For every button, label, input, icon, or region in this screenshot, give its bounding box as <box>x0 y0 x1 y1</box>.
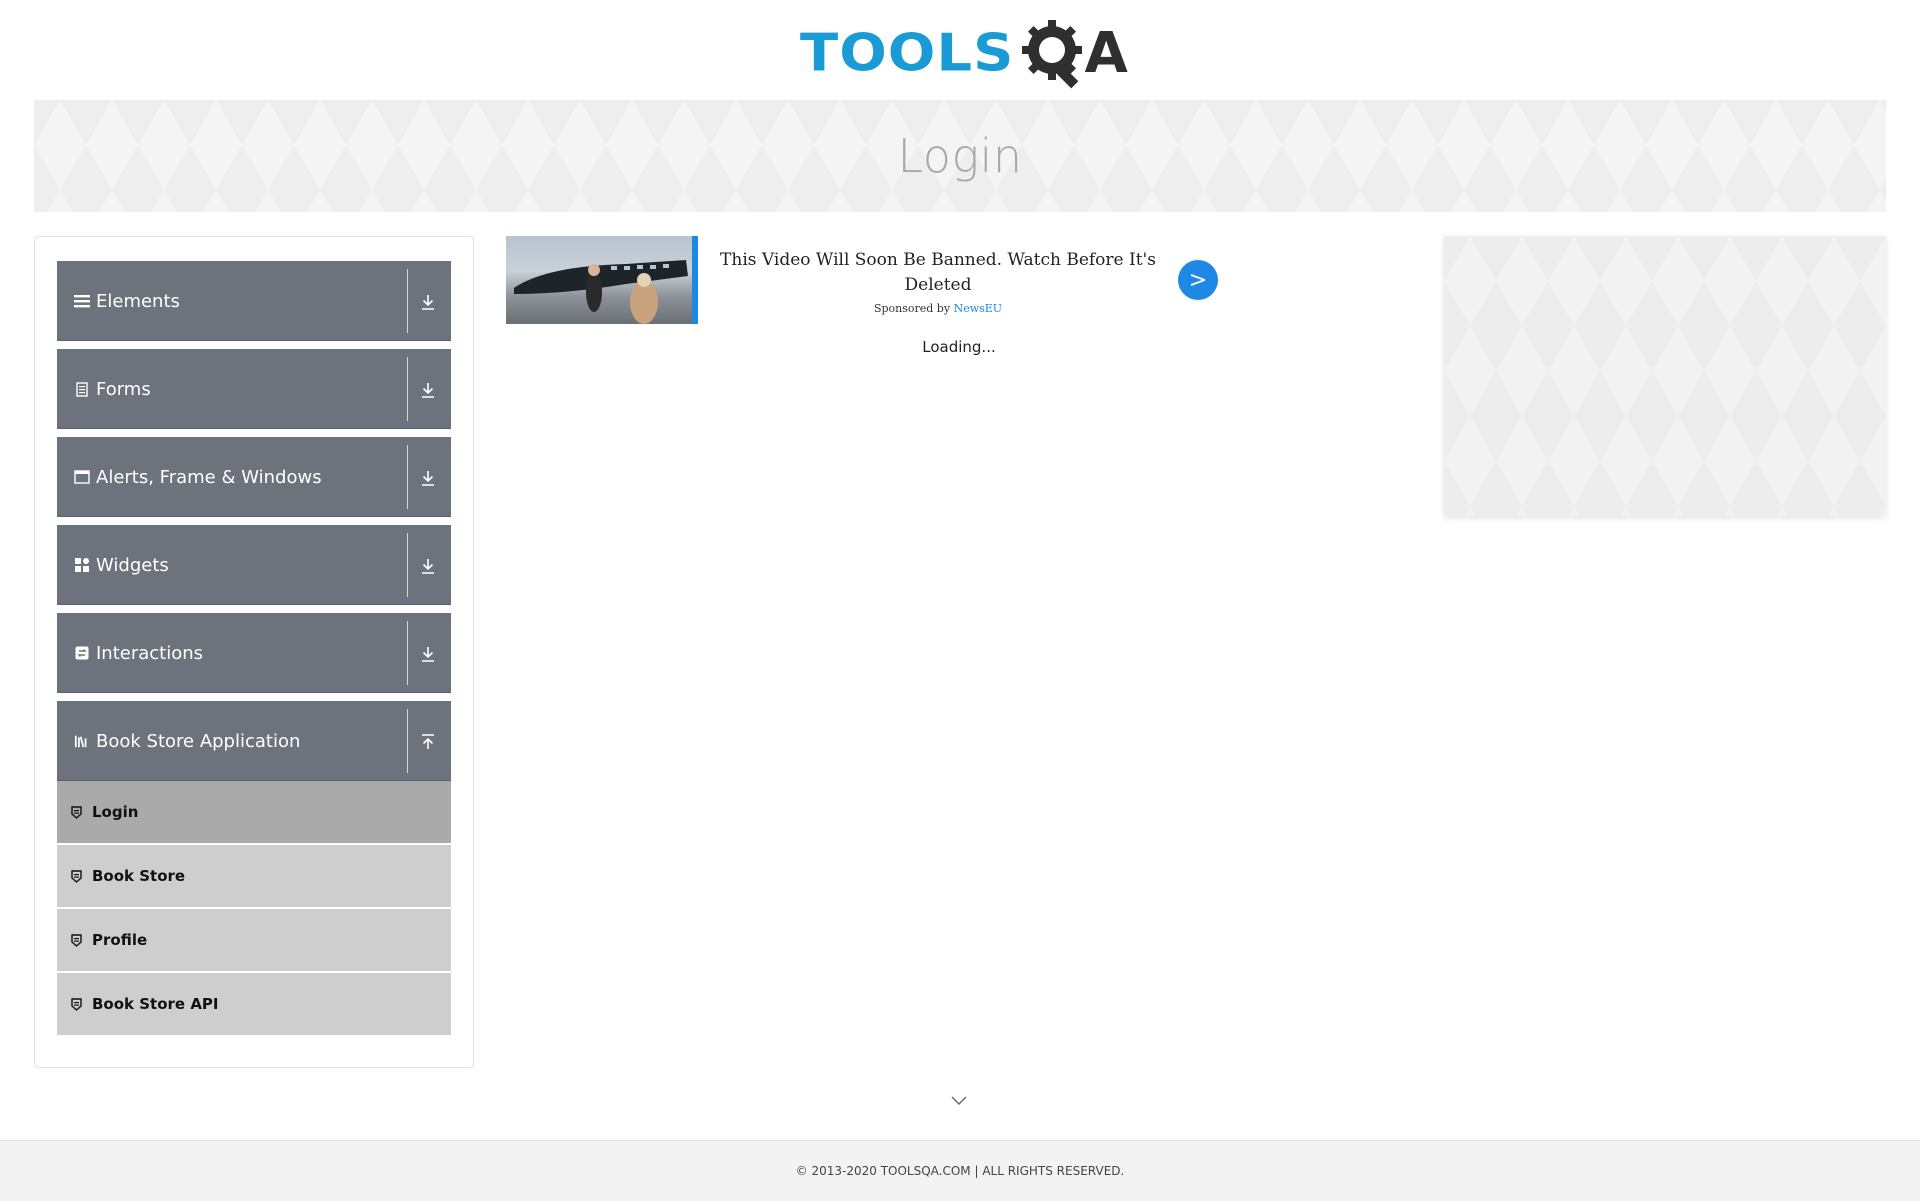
sidebar: Elements Forms Alerts, Frame & Windows W… <box>34 236 474 1068</box>
download-arrow-icon[interactable] <box>417 379 439 401</box>
ad-sponsor: Sponsored by NewsEU <box>712 302 1164 315</box>
ad-image[interactable] <box>506 236 698 324</box>
shield-icon <box>71 933 83 947</box>
sidebar-group-alerts[interactable]: Alerts, Frame & Windows <box>57 437 451 517</box>
interaction-icon <box>74 645 90 661</box>
sidebar-group-header[interactable]: Widgets <box>57 525 407 605</box>
sidebar-item-book-store[interactable]: Book Store <box>57 845 451 907</box>
sidebar-group-interactions[interactable]: Interactions <box>57 613 451 693</box>
hamburger-icon <box>74 293 90 309</box>
footer: © 2013-2020 TOOLSQA.COM | ALL RIGHTS RES… <box>0 1140 1920 1201</box>
download-arrow-icon[interactable] <box>417 555 439 577</box>
window-icon <box>74 469 90 485</box>
sidebar-group-elements[interactable]: Elements <box>57 261 451 341</box>
logo-qa: A <box>1016 14 1128 94</box>
sidebar-item-label: Login <box>92 803 139 821</box>
upload-arrow-icon[interactable] <box>417 731 439 753</box>
sidebar-group-header[interactable]: Book Store Application <box>57 701 407 781</box>
toolsqa-logo[interactable]: TOOLS A <box>800 14 1128 94</box>
divider <box>407 533 408 597</box>
sidebar-group-header[interactable]: Elements <box>57 261 407 341</box>
sidebar-group-header[interactable]: Alerts, Frame & Windows <box>57 437 407 517</box>
loading-text: Loading... <box>922 338 996 356</box>
ad-sponsor-brand[interactable]: NewsEU <box>954 302 1003 315</box>
sidebar-group-widgets[interactable]: Widgets <box>57 525 451 605</box>
divider <box>407 621 408 685</box>
divider <box>407 269 408 333</box>
sidebar-group-label: Widgets <box>96 554 169 576</box>
header: TOOLS A <box>0 0 1920 100</box>
ad-banner[interactable]: This Video Will Soon Be Banned. Watch Be… <box>506 236 1218 326</box>
sidebar-item-profile[interactable]: Profile <box>57 909 451 971</box>
sidebar-group-label: Forms <box>96 378 151 400</box>
chevron-down-icon[interactable] <box>950 1094 968 1106</box>
sidebar-item-book-store-api[interactable]: Book Store API <box>57 973 451 1035</box>
divider <box>407 357 408 421</box>
logo-text-tools: TOOLS <box>800 23 1015 84</box>
sidebar-group-forms[interactable]: Forms <box>57 349 451 429</box>
sidebar-group-header[interactable]: Forms <box>57 349 407 429</box>
sidebar-group-label: Elements <box>96 290 180 312</box>
divider <box>407 445 408 509</box>
sidebar-group-header[interactable]: Interactions <box>57 613 407 693</box>
sidebar-item-label: Profile <box>92 931 148 949</box>
page-banner: Login <box>34 100 1886 212</box>
airplane-photo-icon <box>514 260 688 324</box>
logo-text-a: A <box>1084 21 1128 86</box>
download-arrow-icon[interactable] <box>417 467 439 489</box>
page-title: Login <box>897 129 1023 183</box>
sidebar-group-book-store[interactable]: Book Store Application <box>57 701 451 781</box>
ad-sponsor-prefix: Sponsored by <box>873 302 951 315</box>
shield-icon <box>71 997 83 1011</box>
ad-next-button[interactable]: > <box>1178 260 1218 300</box>
books-icon <box>74 733 90 749</box>
sidebar-group-label: Interactions <box>96 642 204 664</box>
shield-icon <box>71 805 83 819</box>
sidebar-group-label: Alerts, Frame & Windows <box>96 466 322 488</box>
sidebar-item-login[interactable]: Login <box>57 781 451 843</box>
document-icon <box>74 381 90 397</box>
ad-headline[interactable]: This Video Will Soon Be Banned. Watch Be… <box>712 248 1164 298</box>
shield-icon <box>71 869 83 883</box>
download-arrow-icon[interactable] <box>417 291 439 313</box>
sidebar-group-label: Book Store Application <box>96 730 301 752</box>
sidebar-item-label: Book Store API <box>92 995 219 1013</box>
divider <box>407 709 408 773</box>
right-ad-placeholder <box>1444 236 1886 516</box>
grid-icon <box>74 557 90 573</box>
footer-copyright: © 2013-2020 TOOLSQA.COM | ALL RIGHTS RES… <box>795 1164 1125 1178</box>
download-arrow-icon[interactable] <box>417 643 439 665</box>
sidebar-item-label: Book Store <box>92 867 186 885</box>
